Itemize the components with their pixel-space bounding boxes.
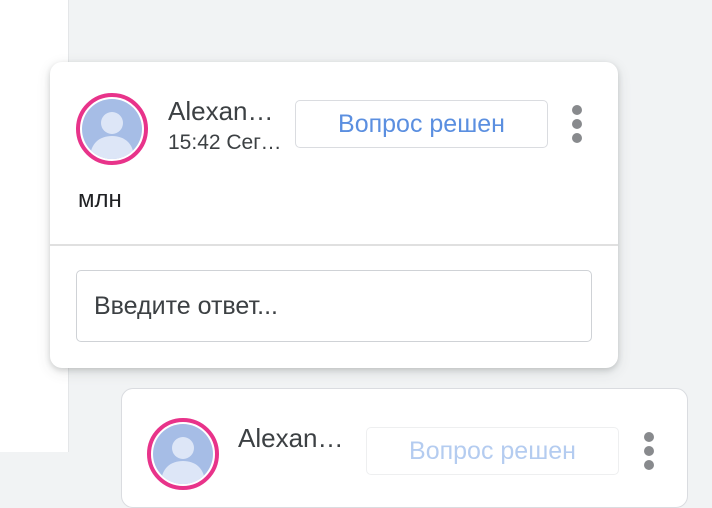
avatar: [147, 418, 219, 490]
comment-author: Alexander: [238, 423, 352, 453]
comment-timestamp: 15:42 Сегодня: [168, 131, 284, 154]
resolve-button[interactable]: Вопрос решен: [295, 100, 548, 148]
person-avatar-icon: [90, 112, 134, 159]
resolve-button[interactable]: Вопрос решен: [366, 427, 619, 475]
reply-input[interactable]: [76, 270, 592, 342]
avatar: [76, 93, 148, 165]
more-options-icon[interactable]: [639, 429, 659, 473]
comment-author: Alexander: [168, 96, 282, 126]
person-avatar-icon: [161, 437, 205, 484]
more-options-icon[interactable]: [567, 102, 587, 146]
comment-text: млн: [78, 186, 122, 213]
comment-card-active[interactable]: Alexander 15:42 Сегодня Вопрос решен млн: [50, 62, 618, 368]
comment-card-next[interactable]: Alexander Вопрос решен: [121, 388, 688, 508]
divider: [50, 244, 618, 246]
